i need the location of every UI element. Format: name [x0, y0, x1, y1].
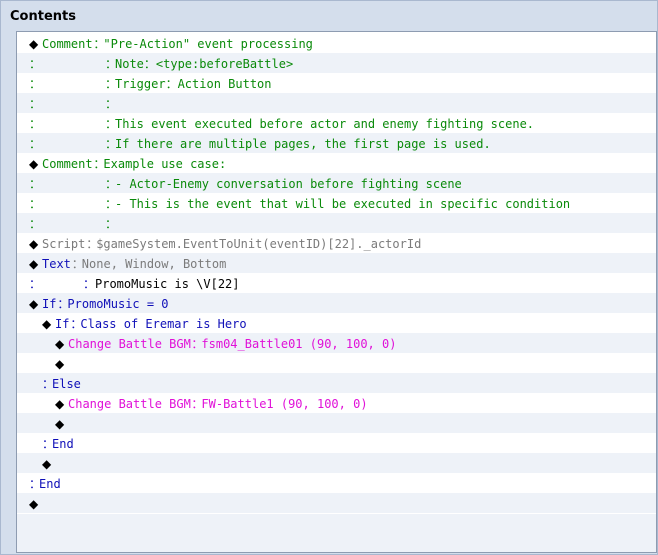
- command-row[interactable]: ：： - Actor-Enemy conversation before figh…: [17, 173, 656, 193]
- command-rows: ◆ Comment： "Pre-Action" event processing：：…: [17, 33, 656, 552]
- command-row[interactable]: ： End: [17, 473, 656, 493]
- command-bullet-icon: ◆: [42, 457, 52, 471]
- command-row[interactable]: ：： This event executed before actor and e…: [17, 113, 656, 133]
- command-text: Trigger：Action Button: [115, 77, 272, 91]
- command-text: ：: [29, 97, 42, 111]
- command-text: ：: [105, 97, 118, 111]
- command-text: ：: [29, 197, 42, 211]
- command-row[interactable]: ◆: [17, 493, 656, 513]
- command-bullet-icon: ◆: [55, 357, 65, 371]
- command-text: If there are multiple pages, the first p…: [115, 137, 491, 151]
- command-text: Comment: [42, 157, 93, 171]
- command-text: Comment: [42, 37, 93, 51]
- command-bullet-icon: ◆: [42, 317, 52, 331]
- contents-panel: Contents ◆ Comment： "Pre-Action" event pro…: [0, 0, 658, 555]
- command-row[interactable]: ：： If there are multiple pages, the first…: [17, 133, 656, 153]
- command-bullet-icon: ◆: [55, 337, 65, 351]
- command-text: None, Window, Bottom: [81, 257, 227, 271]
- command-row[interactable]: ◆: [17, 353, 656, 373]
- command-row[interactable]: ： Else: [17, 373, 656, 393]
- command-text: Script: [42, 237, 86, 251]
- command-row[interactable]: ：： PromoMusic is \V[22]: [17, 273, 656, 293]
- command-row[interactable]: ：： - This is the event that will be execu…: [17, 193, 656, 213]
- command-bullet-icon: ◆: [29, 37, 39, 51]
- command-row[interactable]: ◆: [17, 453, 656, 473]
- command-row[interactable]: ： End: [17, 433, 656, 453]
- command-row[interactable]: ◆ Change Battle BGM： fsm04_Battle01 (90, 1…: [17, 333, 656, 353]
- command-text: FW-Battle1 (90, 100, 0): [201, 397, 368, 411]
- command-text: PromoMusic = 0: [67, 297, 169, 311]
- command-text: Change Battle BGM: [68, 337, 191, 351]
- command-text: ：: [29, 277, 42, 291]
- event-command-list[interactable]: ◆ Comment： "Pre-Action" event processing：：…: [16, 31, 657, 553]
- command-row[interactable]: ：： Trigger：Action Button: [17, 73, 656, 93]
- command-bullet-icon: ◆: [29, 297, 39, 311]
- command-bullet-icon: ◆: [29, 157, 39, 171]
- command-text: If: [55, 317, 70, 331]
- command-row[interactable]: ◆ Text： None, Window, Bottom: [17, 253, 656, 273]
- command-text: ：: [29, 217, 42, 231]
- command-text: If: [42, 297, 57, 311]
- command-text: ：: [29, 77, 42, 91]
- command-bullet-icon: ◆: [29, 497, 39, 511]
- command-text: - This is the event that will be execute…: [115, 197, 571, 211]
- command-bullet-icon: ◆: [55, 397, 65, 411]
- command-row[interactable]: ◆ Comment： Example use case:: [17, 153, 656, 173]
- command-row[interactable]: ◆ If： PromoMusic = 0: [17, 293, 656, 313]
- command-text: $gameSystem.EventToUnit(eventID)[22]._ac…: [96, 237, 422, 251]
- command-text: ：: [105, 217, 118, 231]
- command-text: Else: [52, 377, 81, 391]
- command-text: ：: [29, 117, 42, 131]
- command-text: - Actor-Enemy conversation before fighti…: [115, 177, 462, 191]
- command-text: This event executed before actor and ene…: [115, 117, 535, 131]
- command-text: ：: [83, 277, 96, 291]
- command-row[interactable]: ◆ If： Class of Eremar is Hero: [17, 313, 656, 333]
- empty-list-area: [17, 514, 656, 552]
- command-text: fsm04_Battle01 (90, 100, 0): [201, 337, 397, 351]
- command-text: End: [52, 437, 74, 451]
- command-text: Text: [42, 257, 71, 271]
- command-row[interactable]: ◆ Comment： "Pre-Action" event processing: [17, 33, 656, 53]
- panel-title: Contents: [10, 9, 76, 24]
- command-row[interactable]: ◆ Script： $gameSystem.EventToUnit(eventID)…: [17, 233, 656, 253]
- command-text: Example use case:: [103, 157, 227, 171]
- command-row[interactable]: ◆ Change Battle BGM： FW-Battle1 (90, 100, …: [17, 393, 656, 413]
- command-bullet-icon: ◆: [29, 237, 39, 251]
- command-text: End: [39, 477, 61, 491]
- command-text: PromoMusic is \V[22]: [95, 277, 240, 291]
- command-row[interactable]: ：： Note：<type:beforeBattle>: [17, 53, 656, 73]
- command-bullet-icon: ◆: [29, 257, 39, 271]
- command-text: Class of Eremar is Hero: [80, 317, 247, 331]
- command-row[interactable]: ◆: [17, 413, 656, 433]
- command-text: ：: [29, 137, 42, 151]
- command-text: "Pre-Action" event processing: [103, 37, 313, 51]
- command-text: ：: [29, 57, 42, 71]
- command-text: Note：<type:beforeBattle>: [115, 57, 294, 71]
- command-text: ：: [29, 177, 42, 191]
- command-bullet-icon: ◆: [55, 417, 65, 431]
- command-row[interactable]: ：：: [17, 93, 656, 113]
- command-text: Change Battle BGM: [68, 397, 191, 411]
- command-row[interactable]: ：：: [17, 213, 656, 233]
